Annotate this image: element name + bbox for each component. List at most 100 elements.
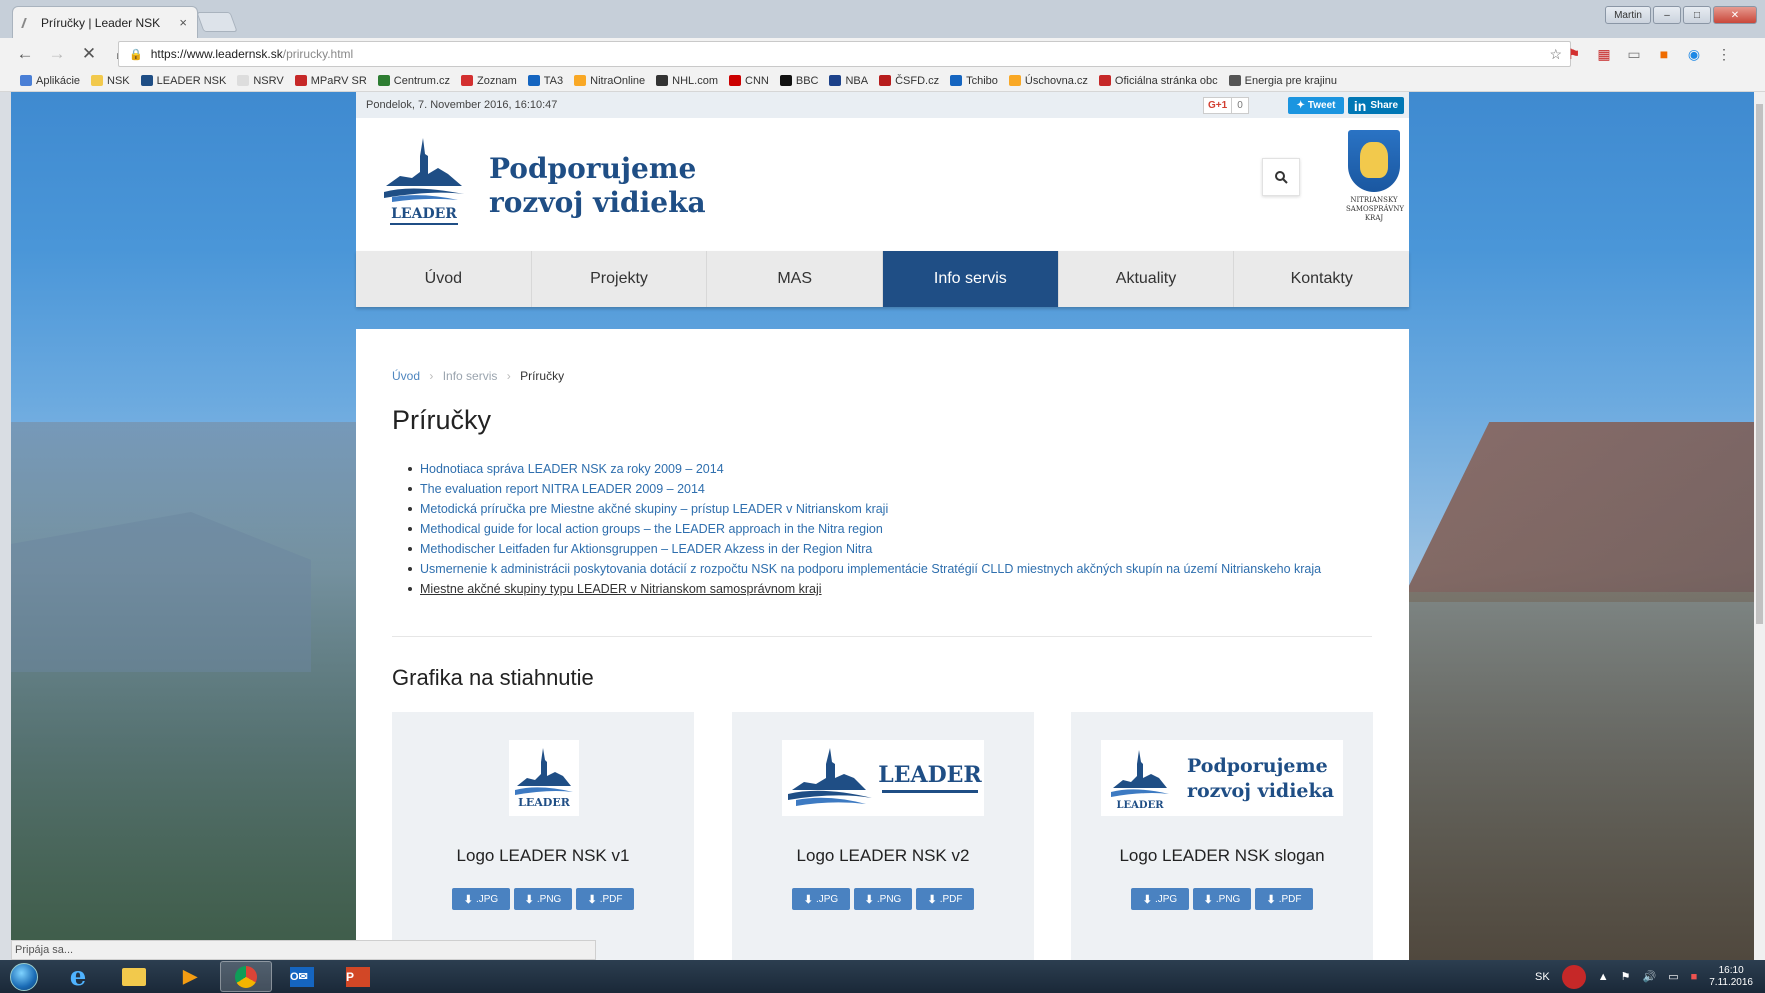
bookmark-item[interactable]: Zoznam (461, 75, 517, 87)
close-window-button[interactable]: ✕ (1713, 6, 1757, 24)
bookmark-label: Centrum.cz (393, 74, 451, 87)
taskbar-media-player-button[interactable]: ▶ (164, 961, 216, 992)
leader-logo-v1-icon: LEADER (515, 748, 573, 809)
menu-dots-icon[interactable]: ⋮ (1716, 46, 1732, 63)
breadcrumb-home[interactable]: Úvod (392, 369, 420, 383)
bookmark-item[interactable]: Oficiálna stránka obc (1098, 75, 1218, 87)
cast-extension-icon[interactable]: ▭ (1626, 46, 1642, 63)
bookmark-item[interactable]: Aplikácie (20, 75, 80, 87)
taskbar-powerpoint-button[interactable]: P (332, 961, 384, 992)
download-pdf-button[interactable]: ⬇ .PDF (1255, 888, 1313, 910)
background-photo-left (11, 422, 361, 960)
bookmark-item[interactable]: NHL.com (656, 75, 718, 87)
bookmark-item[interactable]: NSK (91, 75, 130, 87)
nav-item-projekty[interactable]: Projekty (532, 251, 708, 307)
tweet-button[interactable]: ✦ Tweet (1288, 97, 1344, 114)
download-jpg-button[interactable]: ⬇ .JPG (1131, 888, 1189, 910)
system-clock[interactable]: 16:10 7.11.2016 (1709, 965, 1753, 989)
linkedin-share-button[interactable]: in Share (1348, 97, 1404, 114)
address-bar[interactable]: 🔒 https://www.leadernsk.sk /prirucky.htm… (118, 41, 1571, 67)
antivirus-tray-icon[interactable] (1561, 964, 1586, 989)
bookmark-item[interactable]: MPaRV SR (294, 75, 367, 87)
download-png-button[interactable]: ⬇ .PNG (854, 888, 912, 910)
show-hidden-icons-icon[interactable]: ▲ (1598, 971, 1609, 983)
taskbar-explorer-button[interactable] (108, 961, 160, 992)
card-title: Logo LEADER NSK slogan (1119, 846, 1325, 865)
download-pdf-button[interactable]: ⬇ .PDF (916, 888, 974, 910)
bookmark-item[interactable]: TA3 (527, 74, 564, 87)
site-topbar: Pondelok, 7. November 2016, 16:10:47 G+1… (356, 92, 1409, 118)
profile-button[interactable]: Martin (1605, 6, 1651, 24)
manuals-list: Hodnotiaca správa LEADER NSK za roky 200… (404, 459, 1389, 599)
manual-link[interactable]: The evaluation report NITRA LEADER 2009 … (404, 479, 1389, 499)
nsk-crest[interactable]: NITRIANSKY SAMOSPRÁVNY KRAJ (1346, 130, 1404, 248)
taskbar-chrome-button[interactable] (220, 961, 272, 992)
language-indicator[interactable]: SK (1535, 971, 1550, 983)
download-jpg-button[interactable]: ⬇ .JPG (452, 888, 510, 910)
download-png-button[interactable]: ⬇ .PNG (1193, 888, 1251, 910)
taskbar-outlook-button[interactable]: O✉ (276, 961, 328, 992)
flag-tray-icon[interactable]: ⚑ (1621, 970, 1631, 983)
start-button[interactable] (0, 960, 48, 993)
bookmark-item[interactable]: ČSFD.cz (879, 75, 939, 87)
maximize-button[interactable]: □ (1683, 6, 1711, 24)
logo-preview-v2[interactable]: LEADER (782, 740, 984, 816)
manual-link[interactable]: Methodischer Leitfaden fur Aktionsgruppe… (404, 539, 1389, 559)
store-extension-icon[interactable]: ■ (1656, 46, 1672, 63)
manual-link[interactable]: Usmernenie k administrácii poskytovania … (404, 559, 1389, 579)
acrobat-extension-icon[interactable]: ⚑ (1566, 46, 1582, 63)
bookmark-item[interactable]: LEADER NSK (140, 75, 226, 87)
download-jpg-button[interactable]: ⬇ .JPG (792, 888, 850, 910)
bookmark-item[interactable]: NSRV (237, 75, 284, 87)
bookmark-item[interactable]: NitraOnline (574, 75, 645, 87)
nav-item-info-servis[interactable]: Info servis (883, 251, 1059, 307)
network-tray-icon[interactable]: ▭ (1668, 970, 1678, 983)
nav-item-kontakty[interactable]: Kontakty (1234, 251, 1409, 307)
manual-link[interactable]: Hodnotiaca správa LEADER NSK za roky 200… (404, 459, 1389, 479)
taskbar-ie-button[interactable]: e (52, 961, 104, 992)
leader-logo-icon[interactable]: LEADER (382, 134, 466, 229)
globe-extension-icon[interactable]: ◉ (1686, 46, 1702, 63)
volume-tray-icon[interactable]: 🔊 (1642, 970, 1656, 983)
scrollbar-thumb[interactable] (1756, 104, 1763, 624)
breadcrumb-section[interactable]: Info servis (443, 369, 498, 383)
stop-icon[interactable]: ✕ (80, 44, 98, 64)
gplus-button[interactable]: G+1 0 (1203, 97, 1249, 114)
site-slogan[interactable]: Podporujeme rozvoj vidieka (489, 152, 706, 220)
bookmark-item[interactable]: NBA (829, 75, 868, 87)
bookmark-item[interactable]: BBC (779, 75, 818, 87)
nav-item-úvod[interactable]: Úvod (356, 251, 532, 307)
logo-preview-slogan[interactable]: LEADER Podporujeme rozvoj vidieka (1101, 740, 1343, 816)
page-title: Príručky (392, 405, 492, 435)
bookmark-item[interactable]: Energia pre krajinu (1228, 75, 1337, 87)
search-icon (1275, 171, 1288, 184)
bookmark-item[interactable]: Úschovna.cz (1008, 75, 1088, 87)
notification-tray-icon[interactable]: ■ (1691, 971, 1698, 983)
manual-link[interactable]: Methodical guide for local action groups… (404, 519, 1389, 539)
nav-item-mas[interactable]: MAS (707, 251, 884, 307)
slogan-preview-line-2: rozvoj vidieka (1187, 780, 1334, 802)
forward-arrow-icon[interactable]: → (48, 44, 66, 64)
page-scrollbar[interactable] (1754, 92, 1765, 960)
bookmark-item[interactable]: CNN (729, 75, 769, 87)
manual-link[interactable]: Metodická príručka pre Miestne akčné sku… (404, 499, 1389, 519)
bookmark-favicon-icon (377, 75, 390, 86)
bookmark-label: TA3 (543, 74, 564, 87)
bookmark-item[interactable]: Tchibo (950, 75, 998, 87)
browser-tab[interactable]: Príručky | Leader NSK × (12, 6, 198, 38)
back-arrow-icon[interactable]: ← (16, 44, 34, 64)
bookmark-item[interactable]: Centrum.cz (377, 74, 451, 87)
search-button[interactable] (1262, 158, 1300, 196)
nav-item-aktuality[interactable]: Aktuality (1059, 251, 1235, 307)
new-tab-button[interactable] (196, 12, 238, 32)
manual-link[interactable]: Miestne akčné skupiny typu LEADER v Nitr… (404, 579, 1389, 599)
download-pdf-button[interactable]: ⬇ .PDF (576, 888, 634, 910)
star-icon[interactable]: ☆ (1549, 46, 1562, 63)
logo-preview-v1[interactable]: LEADER (509, 740, 579, 816)
download-png-button[interactable]: ⬇ .PNG (514, 888, 572, 910)
minimize-button[interactable]: – (1653, 6, 1681, 24)
tab-close-icon[interactable]: × (179, 15, 187, 30)
logo-word: LEADER (878, 762, 982, 788)
grid-extension-icon[interactable]: ▦ (1596, 46, 1612, 63)
logo-word: LEADER (1116, 800, 1164, 811)
